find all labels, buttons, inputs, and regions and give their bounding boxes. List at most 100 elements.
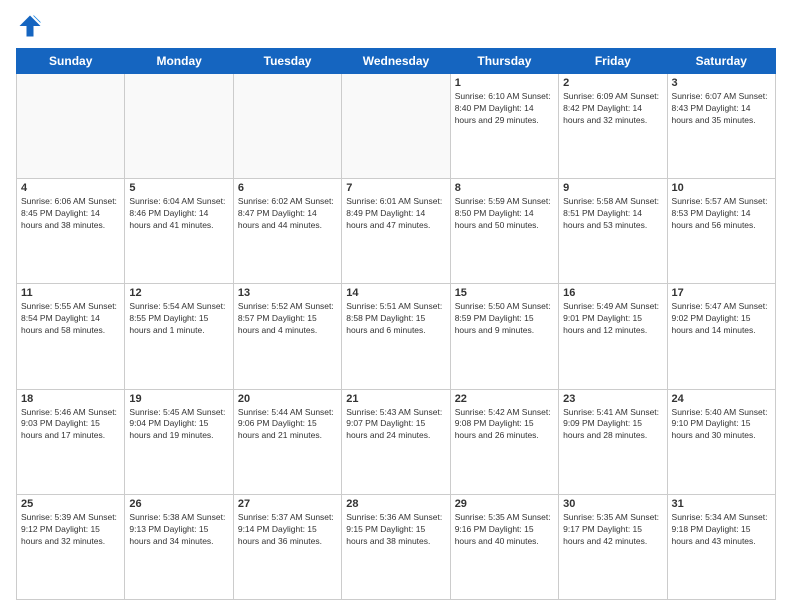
day-info: Sunrise: 5:35 AM Sunset: 9:17 PM Dayligh… <box>563 512 662 548</box>
calendar-cell: 31 Sunrise: 5:34 AM Sunset: 9:18 PM Dayli… <box>667 494 775 599</box>
weekday-header-thursday: Thursday <box>450 49 558 74</box>
day-number: 12 <box>129 287 228 299</box>
week-row-2: 4 Sunrise: 6:06 AM Sunset: 8:45 PM Daylig… <box>17 179 776 284</box>
calendar-cell: 20Sunrise: 5:44 AM Sunset: 9:06 PM Dayli… <box>233 389 341 494</box>
day-number: 27 <box>238 498 337 510</box>
day-info: Sunrise: 5:34 AM Sunset: 9:18 PM Dayligh… <box>672 512 771 548</box>
week-row-3: 11 Sunrise: 5:55 AM Sunset: 8:54 PM Dayli… <box>17 284 776 389</box>
day-info: Sunrise: 5:43 AM Sunset: 9:07 PM Dayligh… <box>346 407 445 443</box>
calendar-cell: 29 Sunrise: 5:35 AM Sunset: 9:16 PM Dayli… <box>450 494 558 599</box>
day-number: 7 <box>346 182 445 194</box>
day-info: Sunrise: 5:59 AM Sunset: 8:50 PM Dayligh… <box>455 196 554 232</box>
calendar-cell: 3 Sunrise: 6:07 AM Sunset: 8:43 PM Daylig… <box>667 74 775 179</box>
day-number: 22 <box>455 393 554 405</box>
week-row-1: 1 Sunrise: 6:10 AM Sunset: 8:40 PM Daylig… <box>17 74 776 179</box>
day-info: Sunrise: 6:04 AM Sunset: 8:46 PM Dayligh… <box>129 196 228 232</box>
day-info: Sunrise: 5:55 AM Sunset: 8:54 PM Dayligh… <box>21 301 120 337</box>
day-info: Sunrise: 5:49 AM Sunset: 9:01 PM Dayligh… <box>563 301 662 337</box>
weekday-header-saturday: Saturday <box>667 49 775 74</box>
calendar-cell: 8 Sunrise: 5:59 AM Sunset: 8:50 PM Daylig… <box>450 179 558 284</box>
calendar-cell: 5 Sunrise: 6:04 AM Sunset: 8:46 PM Daylig… <box>125 179 233 284</box>
calendar-cell <box>233 74 341 179</box>
day-info: Sunrise: 5:45 AM Sunset: 9:04 PM Dayligh… <box>129 407 228 443</box>
day-number: 18 <box>21 393 120 405</box>
day-info: Sunrise: 6:09 AM Sunset: 8:42 PM Dayligh… <box>563 91 662 127</box>
day-number: 26 <box>129 498 228 510</box>
calendar-cell: 11 Sunrise: 5:55 AM Sunset: 8:54 PM Dayli… <box>17 284 125 389</box>
calendar-table: SundayMondayTuesdayWednesdayThursdayFrid… <box>16 48 776 600</box>
day-info: Sunrise: 5:47 AM Sunset: 9:02 PM Dayligh… <box>672 301 771 337</box>
weekday-header-row: SundayMondayTuesdayWednesdayThursdayFrid… <box>17 49 776 74</box>
day-number: 13 <box>238 287 337 299</box>
weekday-header-sunday: Sunday <box>17 49 125 74</box>
day-info: Sunrise: 6:10 AM Sunset: 8:40 PM Dayligh… <box>455 91 554 127</box>
day-info: Sunrise: 5:38 AM Sunset: 9:13 PM Dayligh… <box>129 512 228 548</box>
weekday-header-friday: Friday <box>559 49 667 74</box>
calendar-cell: 27 Sunrise: 5:37 AM Sunset: 9:14 PM Dayli… <box>233 494 341 599</box>
calendar-cell: 9Sunrise: 5:58 AM Sunset: 8:51 PM Daylig… <box>559 179 667 284</box>
calendar-cell: 6Sunrise: 6:02 AM Sunset: 8:47 PM Daylig… <box>233 179 341 284</box>
calendar-cell: 19 Sunrise: 5:45 AM Sunset: 9:04 PM Dayli… <box>125 389 233 494</box>
day-info: Sunrise: 5:41 AM Sunset: 9:09 PM Dayligh… <box>563 407 662 443</box>
day-number: 19 <box>129 393 228 405</box>
day-info: Sunrise: 6:06 AM Sunset: 8:45 PM Dayligh… <box>21 196 120 232</box>
day-number: 3 <box>672 77 771 89</box>
day-number: 4 <box>21 182 120 194</box>
calendar-cell: 7 Sunrise: 6:01 AM Sunset: 8:49 PM Daylig… <box>342 179 450 284</box>
day-number: 25 <box>21 498 120 510</box>
calendar-cell <box>17 74 125 179</box>
day-number: 29 <box>455 498 554 510</box>
day-number: 31 <box>672 498 771 510</box>
week-row-4: 18Sunrise: 5:46 AM Sunset: 9:03 PM Dayli… <box>17 389 776 494</box>
week-row-5: 25 Sunrise: 5:39 AM Sunset: 9:12 PM Dayli… <box>17 494 776 599</box>
day-info: Sunrise: 5:57 AM Sunset: 8:53 PM Dayligh… <box>672 196 771 232</box>
calendar-cell: 23Sunrise: 5:41 AM Sunset: 9:09 PM Dayli… <box>559 389 667 494</box>
calendar-cell: 10 Sunrise: 5:57 AM Sunset: 8:53 PM Dayli… <box>667 179 775 284</box>
day-number: 30 <box>563 498 662 510</box>
header <box>16 12 776 40</box>
calendar-cell: 17 Sunrise: 5:47 AM Sunset: 9:02 PM Dayli… <box>667 284 775 389</box>
calendar-cell: 30 Sunrise: 5:35 AM Sunset: 9:17 PM Dayli… <box>559 494 667 599</box>
calendar-cell: 28 Sunrise: 5:36 AM Sunset: 9:15 PM Dayli… <box>342 494 450 599</box>
calendar-cell: 18Sunrise: 5:46 AM Sunset: 9:03 PM Dayli… <box>17 389 125 494</box>
day-number: 10 <box>672 182 771 194</box>
calendar-cell <box>342 74 450 179</box>
day-info: Sunrise: 5:36 AM Sunset: 9:15 PM Dayligh… <box>346 512 445 548</box>
day-number: 11 <box>21 287 120 299</box>
day-info: Sunrise: 5:50 AM Sunset: 8:59 PM Dayligh… <box>455 301 554 337</box>
calendar-cell: 22Sunrise: 5:42 AM Sunset: 9:08 PM Dayli… <box>450 389 558 494</box>
day-number: 14 <box>346 287 445 299</box>
day-info: Sunrise: 5:40 AM Sunset: 9:10 PM Dayligh… <box>672 407 771 443</box>
weekday-header-monday: Monday <box>125 49 233 74</box>
day-number: 1 <box>455 77 554 89</box>
calendar-cell: 21 Sunrise: 5:43 AM Sunset: 9:07 PM Dayli… <box>342 389 450 494</box>
calendar-cell: 15Sunrise: 5:50 AM Sunset: 8:59 PM Dayli… <box>450 284 558 389</box>
calendar-cell <box>125 74 233 179</box>
day-info: Sunrise: 5:52 AM Sunset: 8:57 PM Dayligh… <box>238 301 337 337</box>
day-number: 20 <box>238 393 337 405</box>
calendar-cell: 16 Sunrise: 5:49 AM Sunset: 9:01 PM Dayli… <box>559 284 667 389</box>
day-number: 8 <box>455 182 554 194</box>
calendar-cell: 13 Sunrise: 5:52 AM Sunset: 8:57 PM Dayli… <box>233 284 341 389</box>
day-number: 9 <box>563 182 662 194</box>
weekday-header-wednesday: Wednesday <box>342 49 450 74</box>
calendar-cell: 4 Sunrise: 6:06 AM Sunset: 8:45 PM Daylig… <box>17 179 125 284</box>
calendar-cell: 24Sunrise: 5:40 AM Sunset: 9:10 PM Dayli… <box>667 389 775 494</box>
day-number: 16 <box>563 287 662 299</box>
day-info: Sunrise: 6:01 AM Sunset: 8:49 PM Dayligh… <box>346 196 445 232</box>
day-number: 21 <box>346 393 445 405</box>
calendar-cell: 12Sunrise: 5:54 AM Sunset: 8:55 PM Dayli… <box>125 284 233 389</box>
day-info: Sunrise: 6:07 AM Sunset: 8:43 PM Dayligh… <box>672 91 771 127</box>
day-number: 17 <box>672 287 771 299</box>
calendar-cell: 25 Sunrise: 5:39 AM Sunset: 9:12 PM Dayli… <box>17 494 125 599</box>
day-info: Sunrise: 5:39 AM Sunset: 9:12 PM Dayligh… <box>21 512 120 548</box>
day-number: 6 <box>238 182 337 194</box>
calendar-cell: 26 Sunrise: 5:38 AM Sunset: 9:13 PM Dayli… <box>125 494 233 599</box>
day-number: 5 <box>129 182 228 194</box>
day-info: Sunrise: 5:35 AM Sunset: 9:16 PM Dayligh… <box>455 512 554 548</box>
logo <box>16 12 48 40</box>
weekday-header-tuesday: Tuesday <box>233 49 341 74</box>
day-number: 28 <box>346 498 445 510</box>
page: SundayMondayTuesdayWednesdayThursdayFrid… <box>0 0 792 612</box>
day-info: Sunrise: 5:37 AM Sunset: 9:14 PM Dayligh… <box>238 512 337 548</box>
